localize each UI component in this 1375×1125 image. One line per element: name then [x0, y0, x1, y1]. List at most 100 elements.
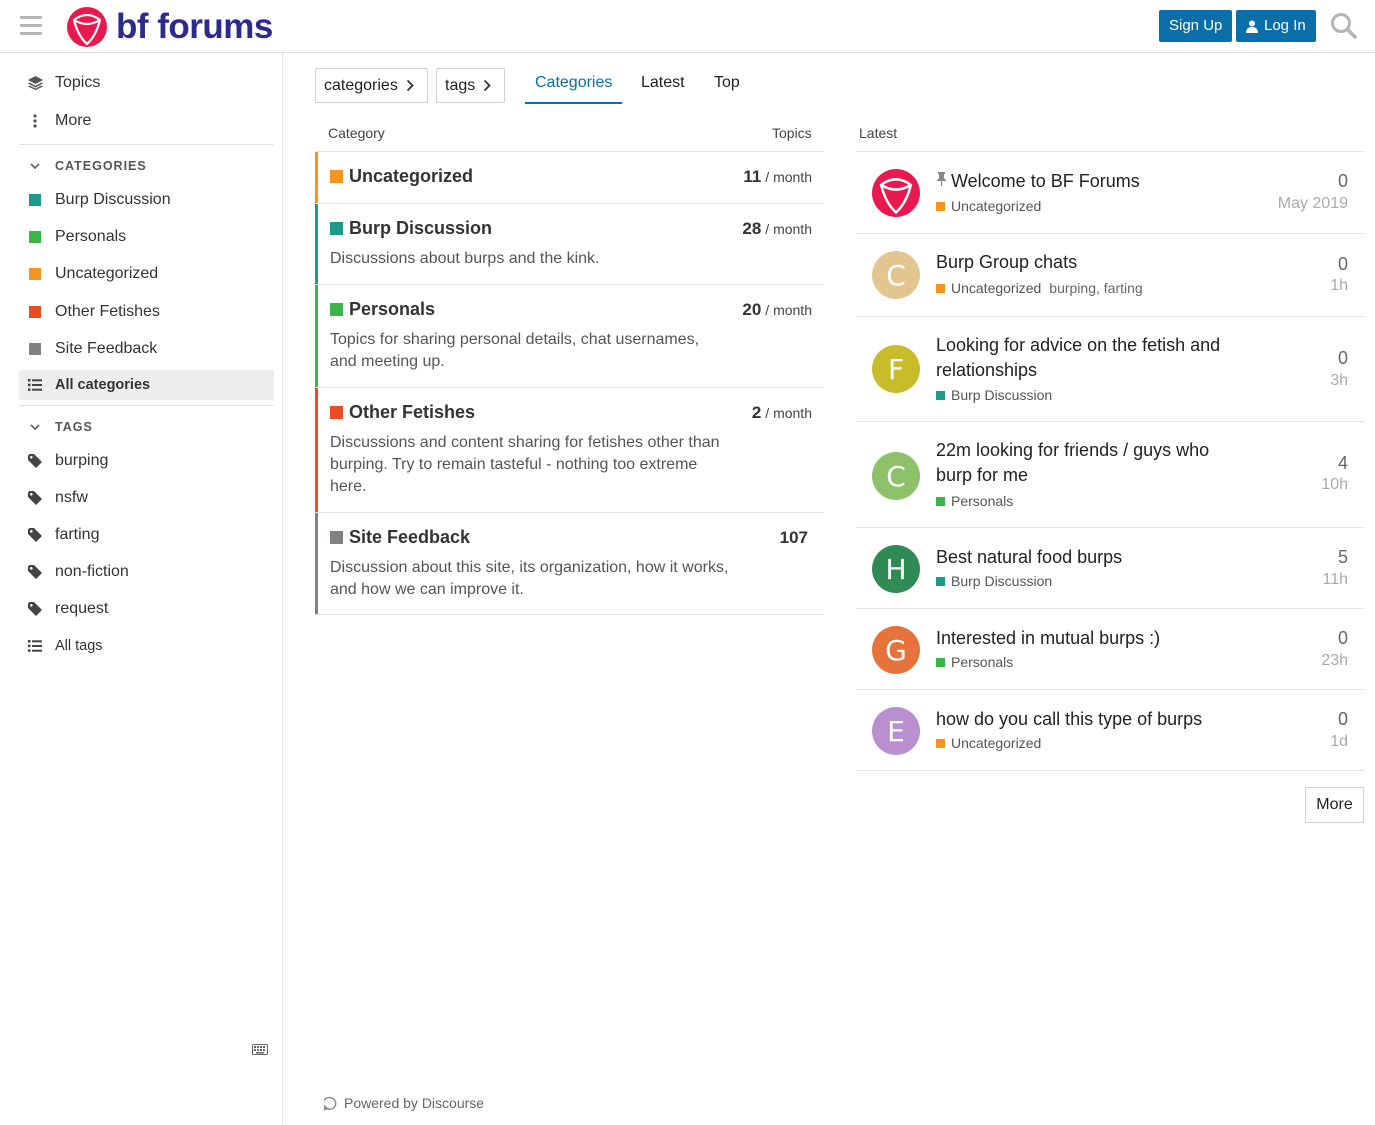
- topic-age[interactable]: 23h: [1321, 652, 1348, 670]
- pin-icon: [936, 172, 947, 186]
- category-name-label: Site Feedback: [349, 527, 471, 547]
- topic-title[interactable]: 22m looking for friends / guys who burp …: [936, 438, 1236, 488]
- sidebar-item-other-fetishes[interactable]: Other Fetishes: [19, 297, 274, 327]
- topic-age[interactable]: May 2019: [1278, 195, 1348, 213]
- topic-category[interactable]: Uncategorized burping, farting: [936, 280, 1143, 296]
- avatar[interactable]: [872, 169, 920, 217]
- category-name[interactable]: Uncategorized: [330, 166, 473, 187]
- topic-tags[interactable]: burping, farting: [1049, 280, 1142, 296]
- sidebar-item-burp-discussion[interactable]: Burp Discussion: [19, 185, 274, 215]
- reply-count[interactable]: 0: [1338, 709, 1348, 730]
- category-color-square: [936, 201, 945, 211]
- category-name[interactable]: Burp Discussion: [330, 218, 492, 239]
- topic-title[interactable]: how do you call this type of burps: [936, 707, 1236, 732]
- topic-row[interactable]: F Looking for advice on the fetish and r…: [856, 316, 1364, 421]
- topic-age[interactable]: 11h: [1322, 571, 1348, 589]
- avatar[interactable]: C: [872, 251, 920, 299]
- topic-row[interactable]: E how do you call this type of burps Unc…: [856, 689, 1364, 770]
- column-header-category[interactable]: Category: [328, 125, 385, 141]
- topic-age[interactable]: 1h: [1330, 277, 1348, 295]
- category-row-site-feedback[interactable]: Site Feedback Discussion about this site…: [315, 512, 824, 614]
- topic-title[interactable]: Looking for advice on the fetish and rel…: [936, 333, 1236, 383]
- topic-title[interactable]: Best natural food burps: [936, 545, 1236, 570]
- topic-title[interactable]: Interested in mutual burps :): [936, 626, 1236, 651]
- tab-latest[interactable]: Latest: [641, 74, 685, 104]
- tab-categories[interactable]: Categories: [525, 74, 623, 104]
- avatar[interactable]: G: [872, 626, 920, 674]
- avatar[interactable]: F: [872, 345, 920, 393]
- sidebar-item-personals[interactable]: Personals: [19, 222, 274, 252]
- sidebar-item-all-tags[interactable]: All tags: [19, 631, 274, 661]
- sidebar-item-tag-request[interactable]: request: [19, 594, 274, 624]
- topic-category[interactable]: Burp Discussion: [936, 573, 1052, 589]
- category-name[interactable]: Personals: [330, 299, 435, 320]
- topic-row[interactable]: C Burp Group chats Uncategorized burping…: [856, 233, 1364, 316]
- topic-category[interactable]: Uncategorized: [936, 735, 1041, 751]
- avatar[interactable]: H: [872, 545, 920, 593]
- reply-count[interactable]: 0: [1338, 171, 1348, 192]
- topic-row[interactable]: C 22m looking for friends / guys who bur…: [856, 421, 1364, 527]
- category-row-uncategorized[interactable]: Uncategorized 11/ month: [315, 151, 824, 203]
- sidebar-item-label: Uncategorized: [55, 265, 159, 282]
- log-in-button[interactable]: Log In: [1236, 10, 1316, 42]
- reply-count[interactable]: 0: [1338, 628, 1348, 649]
- sidebar-item-label: farting: [55, 526, 100, 543]
- sidebar-item-more[interactable]: More: [19, 106, 274, 136]
- category-name[interactable]: Site Feedback: [330, 527, 470, 548]
- category-name[interactable]: Other Fetishes: [330, 402, 475, 423]
- category-color-square: [936, 496, 945, 506]
- keyboard-icon[interactable]: [252, 1044, 268, 1055]
- sidebar-item-site-feedback[interactable]: Site Feedback: [19, 334, 274, 364]
- powered-by-label: Powered by Discourse: [344, 1095, 485, 1111]
- tags-dropdown[interactable]: tags: [436, 68, 505, 103]
- topic-category[interactable]: Personals: [936, 493, 1013, 509]
- sidebar-item-tag-non-fiction[interactable]: non-fiction: [19, 557, 274, 587]
- topic-category[interactable]: Personals: [936, 654, 1013, 670]
- more-topics-button[interactable]: More: [1305, 787, 1364, 823]
- topic-age[interactable]: 3h: [1330, 372, 1348, 390]
- category-row-personals[interactable]: Personals Topics for sharing personal de…: [315, 284, 824, 387]
- site-logo[interactable]: bf forums: [66, 6, 273, 48]
- hamburger-menu-icon[interactable]: [20, 16, 42, 36]
- category-row-burp-discussion[interactable]: Burp Discussion Discussions about burps …: [315, 203, 824, 284]
- topic-row[interactable]: H Best natural food burps Burp Discussio…: [856, 527, 1364, 608]
- topic-category[interactable]: Burp Discussion: [936, 387, 1052, 403]
- tab-top[interactable]: Top: [714, 74, 740, 104]
- tags-section-header[interactable]: TAGS: [19, 415, 274, 439]
- sign-up-button[interactable]: Sign Up: [1159, 10, 1233, 42]
- site-name: bf forums: [116, 7, 273, 46]
- sidebar-item-label: Personals: [55, 228, 127, 245]
- category-color-square: [936, 738, 945, 748]
- topic-age[interactable]: 10h: [1321, 476, 1348, 494]
- reply-count[interactable]: 0: [1338, 254, 1348, 275]
- sidebar: Topics More CATEGORIES Burp Discussion P…: [0, 53, 283, 1125]
- avatar[interactable]: E: [872, 707, 920, 755]
- sidebar-item-tag-burping[interactable]: burping: [19, 446, 274, 476]
- sidebar-item-topics[interactable]: Topics: [19, 68, 274, 98]
- topic-title[interactable]: Welcome to BF Forums: [936, 169, 1236, 194]
- list-icon: [27, 379, 43, 391]
- powered-by-discourse-link[interactable]: Powered by Discourse: [324, 1095, 484, 1111]
- user-icon: [1246, 20, 1258, 33]
- reply-count[interactable]: 0: [1338, 348, 1348, 369]
- avatar[interactable]: C: [872, 452, 920, 500]
- topic-category-label: Uncategorized: [951, 198, 1042, 214]
- topic-title[interactable]: Burp Group chats: [936, 250, 1236, 275]
- categories-dropdown[interactable]: categories: [315, 68, 428, 103]
- column-header-topics[interactable]: Topics: [772, 125, 812, 141]
- tag-icon: [27, 454, 43, 468]
- topic-category[interactable]: Uncategorized: [936, 198, 1041, 214]
- search-icon[interactable]: [1330, 12, 1358, 40]
- reply-count[interactable]: 5: [1338, 547, 1348, 568]
- category-row-other-fetishes[interactable]: Other Fetishes Discussions and content s…: [315, 387, 824, 512]
- sidebar-item-tag-farting[interactable]: farting: [19, 520, 274, 550]
- sidebar-item-all-categories[interactable]: All categories: [19, 370, 274, 400]
- topic-row[interactable]: Welcome to BF Forums Uncategorized 0 May…: [856, 151, 1364, 233]
- sidebar-item-tag-nsfw[interactable]: nsfw: [19, 483, 274, 513]
- topic-row[interactable]: G Interested in mutual burps :) Personal…: [856, 608, 1364, 689]
- reply-count[interactable]: 4: [1338, 453, 1348, 474]
- sidebar-item-label: request: [55, 600, 109, 617]
- topic-age[interactable]: 1d: [1330, 733, 1348, 751]
- sidebar-item-uncategorized[interactable]: Uncategorized: [19, 259, 274, 289]
- categories-section-header[interactable]: CATEGORIES: [19, 154, 274, 178]
